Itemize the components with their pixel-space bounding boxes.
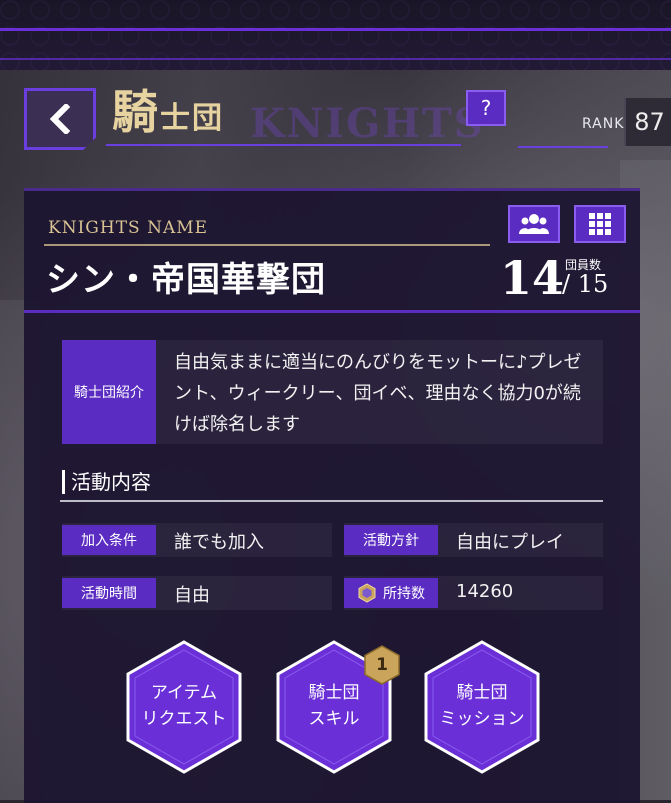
members-max: / 15 xyxy=(562,270,609,298)
time-label: 活動時間 xyxy=(62,578,156,608)
mission-label-2: ミッション xyxy=(439,709,525,729)
name-section-divider xyxy=(24,310,640,313)
owned-label: 所持数 xyxy=(383,586,425,602)
activity-divider xyxy=(60,500,603,502)
item-request-label-2: リクエスト xyxy=(141,709,227,729)
join-condition-label: 加入条件 xyxy=(62,525,156,555)
skill-label-1: 騎士団 xyxy=(308,683,360,703)
page-title-rest: 士団 xyxy=(160,101,224,136)
chevron-left-icon xyxy=(49,104,71,134)
page-title-main: 騎 xyxy=(112,85,160,139)
back-button[interactable] xyxy=(24,88,96,150)
item-request-button[interactable]: アイテム リクエスト xyxy=(126,640,242,774)
top-bar xyxy=(0,0,671,70)
activity-title: 活動内容 xyxy=(62,470,151,494)
time-value: 自由 xyxy=(174,585,210,606)
owned-label-tag: 所持数 xyxy=(344,578,438,608)
join-condition-value: 誰でも加入 xyxy=(174,532,264,553)
members-count: 14 xyxy=(500,251,565,305)
policy-label: 活動方針 xyxy=(344,525,438,555)
grid-icon xyxy=(589,213,611,235)
rank-underline xyxy=(518,146,608,148)
owned-value: 14260 xyxy=(456,581,514,602)
intro-text: 自由気ままに適当にのんびりをモットーに♪プレゼント、ウィークリー、団イベ、理由な… xyxy=(174,352,582,435)
knights-name-label: KNIGHTS NAME xyxy=(48,218,209,238)
skill-badge-count: 1 xyxy=(376,655,388,675)
page-title: 騎士団 xyxy=(112,82,224,149)
rank-label: RANK xyxy=(582,116,625,132)
title-watermark: KNIGHTS xyxy=(250,100,485,147)
help-button[interactable]: ? xyxy=(466,90,506,126)
rank-value: 87 xyxy=(624,98,671,146)
knights-mission-button[interactable]: 騎士団 ミッション xyxy=(424,640,540,774)
mission-label-1: 騎士団 xyxy=(456,683,508,703)
skill-notification-badge: 1 xyxy=(362,645,402,685)
coin-icon xyxy=(358,583,376,603)
grid-menu-button[interactable] xyxy=(574,205,626,243)
skill-label-2: スキル xyxy=(308,709,360,729)
knights-name: シン・帝国華撃団 xyxy=(46,260,326,300)
name-label-divider xyxy=(44,244,490,246)
members-button[interactable] xyxy=(508,205,560,243)
policy-value: 自由にプレイ xyxy=(456,532,564,553)
title-underline xyxy=(106,144,461,146)
group-icon xyxy=(519,214,549,234)
intro-label: 騎士団紹介 xyxy=(62,340,156,444)
item-request-label-1: アイテム xyxy=(150,683,218,703)
